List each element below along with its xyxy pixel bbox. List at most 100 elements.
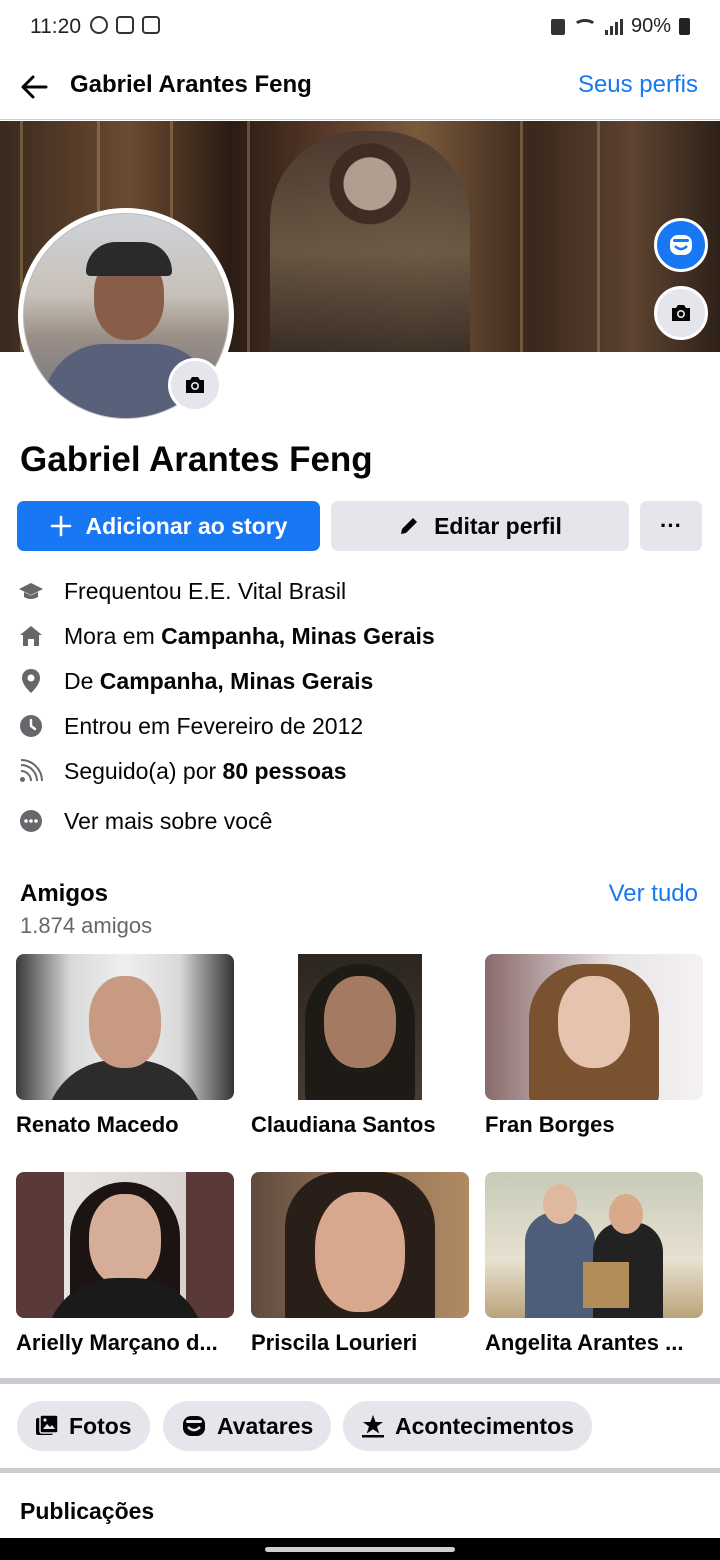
friend-name: Fran Borges — [485, 1112, 615, 1137]
detail-joined: Entrou em Fevereiro de 2012 — [0, 706, 720, 746]
status-bar: 11:20 90% — [0, 0, 720, 54]
friend-photo — [251, 954, 469, 1100]
posts-title: Publicações — [20, 1498, 155, 1524]
detail-from-text: De Campanha, Minas Gerais — [64, 668, 373, 695]
your-profiles-link[interactable]: Seus perfis — [578, 71, 698, 99]
detail-lives: Mora em Campanha, Minas Gerais — [0, 616, 720, 656]
add-to-story-label: Adicionar ao story — [85, 512, 288, 539]
detail-lives-prefix: Mora em — [64, 622, 162, 649]
signal-icon — [604, 18, 623, 35]
friend-card[interactable]: Renato Macedo — [16, 954, 234, 1138]
photo-gift-bag — [583, 1262, 629, 1308]
photo-head — [89, 976, 161, 1068]
detail-followers: Seguido(a) por 80 pessoas — [0, 751, 720, 791]
lock-icon — [116, 16, 134, 34]
friend-name: Claudiana Santos — [251, 1112, 436, 1137]
system-nav-bar — [0, 1538, 720, 1560]
battery-icon — [679, 18, 690, 35]
clock-icon — [18, 713, 44, 739]
whatsapp-icon — [90, 16, 108, 34]
see-all-friends-link[interactable]: Ver tudo — [609, 880, 698, 908]
pencil-icon — [401, 518, 418, 534]
detail-followers-text: Seguido(a) por 80 pessoas — [64, 758, 347, 785]
photo-head — [324, 976, 396, 1068]
detail-from-value[interactable]: Campanha, Minas Gerais — [100, 668, 374, 694]
detail-lives-value[interactable]: Campanha, Minas Gerais — [161, 623, 435, 649]
friend-photo — [251, 1172, 469, 1318]
battery-level: 90% — [630, 15, 671, 37]
rss-feed-icon — [18, 758, 44, 784]
home-gesture-pill[interactable] — [265, 1547, 455, 1552]
more-horizontal-icon — [18, 808, 44, 834]
photo-head — [558, 976, 630, 1068]
avatar-button[interactable] — [654, 218, 708, 272]
more-dots-icon: ··· — [660, 513, 682, 538]
friend-photo — [485, 1172, 703, 1318]
avatar-face-icon — [183, 1416, 205, 1436]
graduation-cap-icon — [18, 578, 44, 604]
friends-count: 1.874 amigos — [20, 913, 153, 938]
friend-card[interactable]: Fran Borges — [485, 954, 703, 1138]
tab-avatars[interactable]: Avatares — [163, 1401, 332, 1451]
friend-photo — [16, 1172, 234, 1318]
detail-followers-prefix: Seguido(a) por — [64, 757, 223, 784]
photo-head — [89, 1194, 161, 1286]
plus-icon — [50, 515, 71, 537]
camera-icon — [672, 305, 690, 321]
home-icon — [18, 623, 44, 649]
friend-card[interactable]: Claudiana Santos — [251, 954, 469, 1138]
friend-card[interactable]: Arielly Marçano d... — [16, 1172, 234, 1356]
back-button[interactable] — [18, 70, 52, 104]
photo-body — [45, 1278, 205, 1318]
edit-profile-label: Editar perfil — [434, 512, 562, 539]
detail-from: De Campanha, Minas Gerais — [0, 661, 720, 701]
detail-lives-text: Mora em Campanha, Minas Gerais — [64, 623, 435, 650]
cover-figure — [270, 131, 470, 352]
friend-card[interactable]: Priscila Lourieri — [251, 1172, 469, 1356]
friend-photo — [16, 954, 234, 1100]
photo-cap — [86, 242, 172, 276]
star-flag-icon — [362, 1415, 384, 1438]
cover-ornament-right — [520, 121, 600, 352]
more-options-button[interactable]: ··· — [640, 501, 702, 551]
friend-name: Renato Macedo — [16, 1112, 179, 1137]
see-more-about-you[interactable]: Ver mais sobre você — [0, 801, 720, 841]
friend-photo — [485, 954, 703, 1100]
add-to-story-button[interactable]: Adicionar ao story — [17, 501, 320, 551]
location-pin-icon — [18, 668, 44, 694]
detail-from-prefix: De — [64, 667, 100, 694]
section-divider — [0, 1378, 720, 1384]
section-divider — [0, 1468, 720, 1473]
profile-camera-button[interactable] — [168, 358, 222, 412]
friend-name: Priscila Lourieri — [251, 1330, 418, 1355]
back-arrow-icon — [21, 75, 48, 99]
detail-school-text: Frequentou E.E. Vital Brasil — [64, 577, 347, 604]
avatar-face-icon — [670, 235, 692, 255]
friend-card[interactable]: Angelita Arantes ... — [485, 1172, 703, 1356]
photo-head — [315, 1192, 405, 1312]
status-right: 90% — [550, 15, 690, 38]
see-more-label: Ver mais sobre você — [64, 807, 273, 834]
detail-school: Frequentou E.E. Vital Brasil — [0, 571, 720, 611]
photos-icon — [36, 1414, 59, 1435]
camera-icon — [186, 377, 204, 393]
photo-head-left — [543, 1184, 577, 1224]
profile-name: Gabriel Arantes Feng — [20, 440, 373, 479]
tab-photos-label: Fotos — [69, 1412, 132, 1439]
tab-life-events-label: Acontecimentos — [395, 1412, 574, 1439]
image-icon — [142, 16, 160, 34]
status-time: 11:20 — [30, 15, 81, 38]
header-title: Gabriel Arantes Feng — [70, 71, 312, 98]
detail-joined-text: Entrou em Fevereiro de 2012 — [64, 712, 364, 739]
notification-icons — [90, 16, 160, 34]
photo-head-right — [609, 1194, 643, 1234]
tab-life-events[interactable]: Acontecimentos — [343, 1401, 592, 1451]
friend-name: Angelita Arantes ... — [485, 1330, 684, 1355]
edit-profile-button[interactable]: Editar perfil — [331, 501, 629, 551]
wifi-icon — [572, 18, 597, 35]
cover-camera-button[interactable] — [654, 286, 708, 340]
alarm-lock-icon — [550, 18, 565, 35]
tab-photos[interactable]: Fotos — [17, 1401, 150, 1451]
detail-followers-value[interactable]: 80 pessoas — [223, 758, 347, 784]
friend-name: Arielly Marçano d... — [16, 1330, 218, 1355]
